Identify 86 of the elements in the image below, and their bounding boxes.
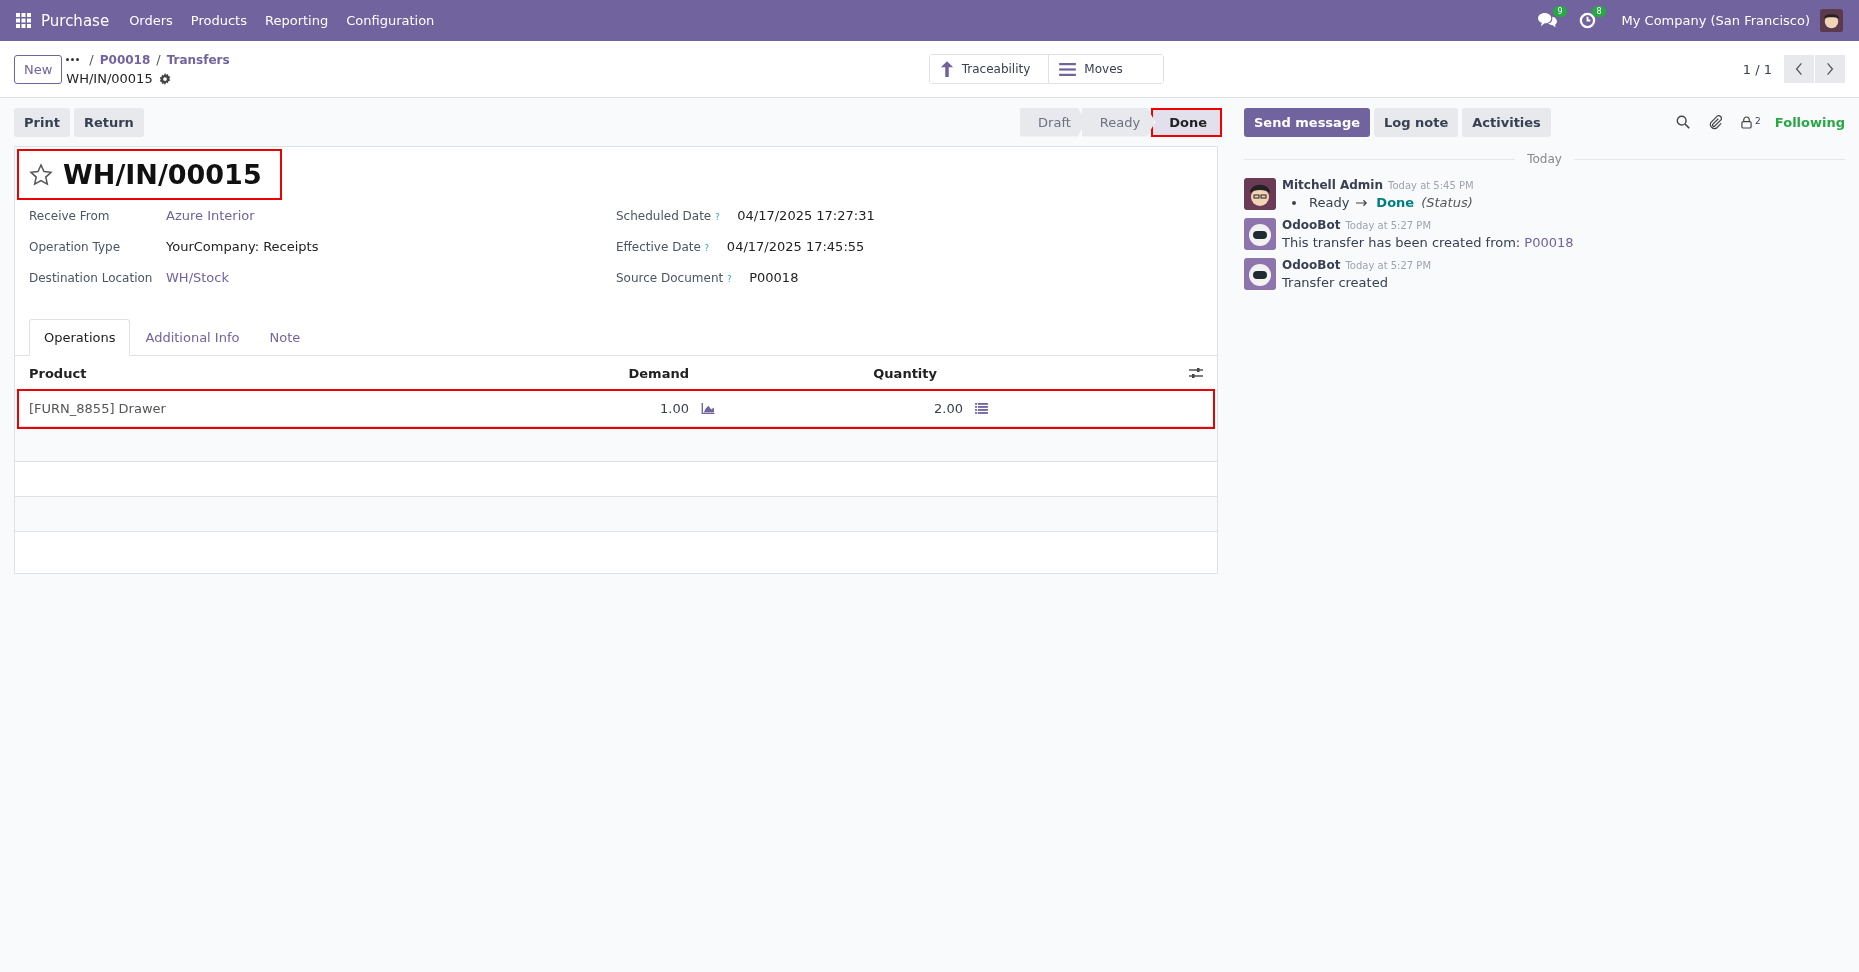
menu-item[interactable]: Products (190, 13, 247, 28)
chevron-right-icon (1826, 62, 1834, 76)
person-avatar-icon (1244, 178, 1276, 210)
app-grid-icon[interactable] (16, 13, 31, 28)
robot-avatar-icon (1244, 218, 1276, 250)
company-switcher[interactable]: My Company (San Francisco) (1621, 13, 1810, 28)
chatter-button[interactable]: Send message (1244, 107, 1370, 137)
date-separator: Today (1527, 152, 1562, 166)
notification-badge: 8 (1592, 6, 1606, 17)
field-label: Destination Location (29, 271, 154, 285)
user-avatar-icon[interactable] (1820, 9, 1843, 32)
notebook-tab[interactable]: Note (254, 319, 316, 356)
clock-icon[interactable] (1578, 12, 1596, 29)
breadcrumb-separator: / (156, 52, 161, 67)
notification-badge: 9 (1553, 6, 1567, 17)
tracked-field: (Status) (1421, 195, 1473, 210)
arrow-right-icon (1356, 198, 1370, 207)
field-label: Source Document (616, 271, 724, 285)
breadcrumb-link[interactable]: Transfers (166, 52, 230, 67)
column-header: Quantity (872, 365, 937, 381)
more-icon[interactable] (66, 58, 80, 61)
chevron-left-icon (1795, 62, 1803, 76)
message-text: Transfer created (1282, 275, 1388, 290)
list-icon (1059, 62, 1077, 76)
field-link[interactable]: WH/Stock (166, 270, 229, 285)
record-name: WH/IN/00015 (66, 71, 153, 86)
table-cell-text: 1.00 (659, 401, 689, 416)
record-title: WH/IN/00015 (63, 159, 262, 190)
field-label: Scheduled Date (616, 209, 712, 223)
breadcrumb-separator: / (89, 52, 94, 67)
chatter-button[interactable]: Log note (1374, 107, 1459, 137)
menu-item[interactable]: Reporting (265, 13, 329, 28)
message-time: Today at 5:27 PM (1345, 260, 1432, 271)
field-value: P00018 (749, 270, 799, 285)
smart-button[interactable]: Traceability (929, 55, 1050, 83)
help-tooltip-mark[interactable]: ? (715, 213, 720, 222)
chat-icon[interactable] (1537, 12, 1557, 29)
field-value: YourCompany: Receipts (166, 239, 319, 254)
menu-item[interactable]: Configuration (346, 13, 435, 28)
action-button[interactable]: Return (73, 107, 144, 137)
notebook-tab[interactable]: Additional Info (130, 319, 255, 356)
chatter-button[interactable]: Activities (1462, 107, 1551, 137)
new-button[interactable]: New (14, 54, 63, 84)
area-chart-icon[interactable] (701, 403, 715, 414)
robot-avatar-icon (1244, 258, 1276, 290)
lock-icon[interactable] (1741, 115, 1753, 129)
search-icon[interactable] (1676, 115, 1691, 129)
notebook-tab[interactable]: Operations (29, 319, 131, 356)
message-author: OdooBot (1282, 258, 1341, 272)
field-link[interactable]: Azure Interior (166, 208, 255, 223)
follower-count: 2 (1755, 115, 1761, 126)
field-label: Receive From (29, 209, 111, 223)
arrow-up-icon (939, 60, 954, 78)
breadcrumb-link[interactable]: P00018 (99, 52, 151, 67)
message-time: Today at 5:27 PM (1345, 220, 1432, 231)
new-value: Done (1376, 195, 1415, 210)
status-stage[interactable]: Ready (1081, 107, 1156, 137)
table-row[interactable]: [FURN_8855] Drawer 1.00 2.00 (19, 391, 1213, 427)
status-stage[interactable]: Done (1151, 107, 1222, 137)
following-button[interactable]: Following (1774, 114, 1845, 130)
help-tooltip-mark[interactable]: ? (704, 244, 709, 253)
message-author: OdooBot (1282, 218, 1341, 232)
field-value: 04/17/2025 17:45:55 (726, 239, 865, 254)
field-value: 04/17/2025 17:27:31 (737, 208, 875, 223)
record-link[interactable]: P00018 (1524, 235, 1574, 250)
table-cell-text: 2.00 (933, 401, 963, 416)
bullet-icon (1292, 200, 1296, 205)
settings-icon[interactable] (158, 72, 171, 85)
menu-item[interactable]: Orders (129, 13, 173, 28)
message-author: Mitchell Admin (1282, 178, 1384, 192)
table-cell-text: [FURN_8855] Drawer (29, 401, 167, 416)
action-button[interactable]: Print (14, 107, 70, 137)
column-header: Product (29, 365, 88, 381)
app-name[interactable]: Purchase (41, 11, 110, 30)
field-label: Operation Type (29, 240, 122, 254)
old-value: Ready (1309, 195, 1350, 210)
field-label: Effective Date (616, 240, 701, 254)
message-text: This transfer has been created from: (1282, 235, 1521, 250)
message-time: Today at 5:45 PM (1388, 180, 1474, 191)
paperclip-icon[interactable] (1708, 114, 1724, 130)
column-header: Demand (627, 365, 689, 381)
list-icon[interactable] (975, 403, 988, 414)
column-settings-icon[interactable] (1189, 367, 1203, 379)
star-icon[interactable] (29, 162, 53, 187)
help-tooltip-mark[interactable]: ? (727, 275, 732, 284)
pager-counter: 1 / 1 (1742, 61, 1772, 77)
